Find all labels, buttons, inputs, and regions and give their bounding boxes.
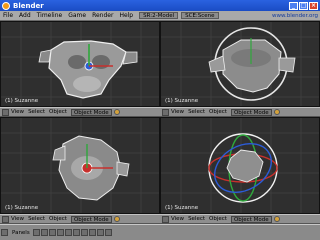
panels-menu[interactable]: Panels — [10, 230, 32, 236]
header-menu-view[interactable]: View — [9, 216, 26, 222]
viewport-object-label: (1) Suzanne — [5, 205, 39, 211]
scene-selector[interactable]: SCE:Scene — [181, 12, 219, 19]
screen-selector[interactable]: SR:2-Model — [139, 12, 179, 19]
header-menu-object[interactable]: Object — [47, 109, 69, 115]
viewport-header-bottom-left: View Select Object Object Mode — [0, 214, 160, 224]
header-menu-object[interactable]: Object — [207, 216, 229, 222]
header-menu-object[interactable]: Object — [47, 216, 69, 222]
window-controls: _ □ × — [289, 1, 318, 10]
viewport-header-top-left: View Select Object Object Mode — [0, 107, 160, 117]
window-title: Blender — [13, 1, 44, 10]
viewport-object-label: (1) Suzanne — [165, 205, 199, 211]
layer-icons[interactable] — [104, 229, 112, 236]
view-menu-icon[interactable] — [2, 215, 9, 223]
logic-icon[interactable] — [32, 229, 40, 236]
header-menu-select[interactable]: Select — [186, 109, 207, 115]
suzanne-top-mesh[interactable] — [1, 118, 160, 214]
header-menu-view[interactable]: View — [169, 109, 186, 115]
close-icon[interactable]: × — [309, 1, 318, 10]
mode-selector[interactable]: Object Mode — [70, 108, 112, 116]
suzanne-front-mesh[interactable] — [1, 22, 160, 107]
header-menu-view[interactable]: View — [169, 216, 186, 222]
mode-selector[interactable]: Object Mode — [230, 108, 272, 116]
viewport-header-top-right: View Select Object Object Mode — [160, 107, 320, 117]
header-menu-select[interactable]: Select — [26, 109, 47, 115]
layer-icons[interactable] — [88, 229, 96, 236]
view-menu-icon[interactable] — [2, 108, 9, 116]
pivot-icon[interactable] — [113, 216, 120, 222]
pivot-icon[interactable] — [273, 109, 280, 115]
shading-icon[interactable] — [48, 229, 56, 236]
header-menu-select[interactable]: Select — [186, 216, 207, 222]
menu-game[interactable]: Game — [65, 12, 89, 19]
view-menu-icon[interactable] — [162, 108, 169, 116]
window-titlebar: Blender _ □ × — [0, 0, 320, 11]
menu-add[interactable]: Add — [16, 12, 34, 19]
script-icon[interactable] — [40, 229, 48, 236]
suzanne-rotate-mesh[interactable] — [161, 118, 320, 214]
layer-icons[interactable] — [96, 229, 104, 236]
blender-logo-icon — [2, 1, 10, 10]
header-menu-select[interactable]: Select — [26, 216, 47, 222]
viewport-object-label: (1) Suzanne — [5, 98, 39, 104]
maximize-icon[interactable]: □ — [299, 1, 308, 10]
viewport-bottom-right[interactable]: (1) Suzanne — [160, 117, 320, 214]
menu-render[interactable]: Render — [89, 12, 116, 19]
scene-icon[interactable] — [72, 229, 80, 236]
blender-url[interactable]: www.blender.org — [272, 13, 318, 19]
minimize-icon[interactable]: _ — [289, 1, 298, 10]
menu-file[interactable]: File — [0, 12, 16, 19]
mode-selector[interactable]: Object Mode — [70, 215, 112, 223]
pivot-icon[interactable] — [273, 216, 280, 222]
viewport-top-right[interactable]: (1) Suzanne — [160, 21, 320, 107]
view-menu-icon[interactable] — [162, 215, 169, 223]
viewport-bottom-left[interactable]: (1) Suzanne — [0, 117, 160, 214]
top-menubar: File Add Timeline Game Render Help SR:2-… — [0, 11, 320, 21]
viewport-object-label: (1) Suzanne — [165, 98, 199, 104]
header-menu-view[interactable]: View — [9, 109, 26, 115]
buttons-window-header: Panels — [0, 224, 320, 240]
viewport-header-bottom-right: View Select Object Object Mode — [160, 214, 320, 224]
viewport-top-left[interactable]: (1) Suzanne — [0, 21, 160, 107]
header-menu-object[interactable]: Object — [207, 109, 229, 115]
menu-help[interactable]: Help — [116, 12, 136, 19]
object-icon[interactable] — [56, 229, 64, 236]
window-type-icon[interactable] — [1, 229, 8, 236]
layer-icons[interactable] — [80, 229, 88, 236]
editing-icon[interactable] — [64, 229, 72, 236]
mode-selector[interactable]: Object Mode — [230, 215, 272, 223]
suzanne-persp-mesh[interactable] — [161, 22, 320, 107]
menu-timeline[interactable]: Timeline — [34, 12, 66, 19]
pivot-icon[interactable] — [113, 109, 120, 115]
